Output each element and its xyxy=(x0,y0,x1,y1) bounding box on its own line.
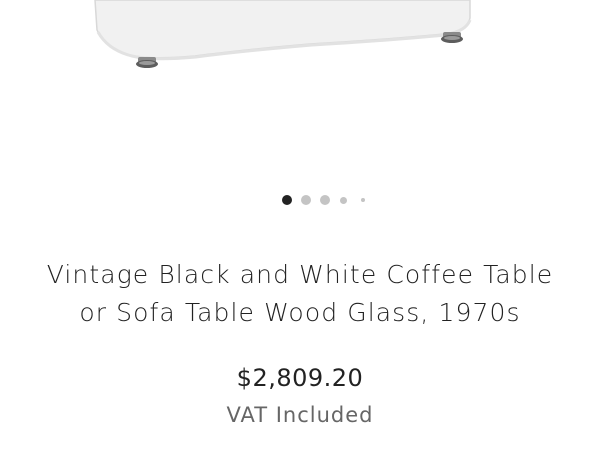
carousel-dot-3[interactable] xyxy=(320,195,330,205)
image-carousel-indicator[interactable] xyxy=(0,195,600,207)
product-image[interactable] xyxy=(0,0,600,180)
carousel-dot-5[interactable] xyxy=(361,198,365,202)
carousel-dot-2[interactable] xyxy=(301,195,311,205)
product-title: Vintage Black and White Coffee Table or … xyxy=(20,256,580,332)
carousel-dot-1[interactable] xyxy=(282,195,292,205)
product-title-line-2: or Sofa Table Wood Glass, 1970s xyxy=(79,298,521,327)
coffee-table-image xyxy=(94,0,472,68)
table-foot-left xyxy=(136,57,158,68)
carousel-dot-4[interactable] xyxy=(340,196,347,204)
product-title-line-1: Vintage Black and White Coffee Table xyxy=(46,260,554,289)
table-foot-right xyxy=(441,32,463,43)
vat-note: VAT Included xyxy=(226,403,374,427)
product-price: $2,809.20 xyxy=(236,364,364,392)
